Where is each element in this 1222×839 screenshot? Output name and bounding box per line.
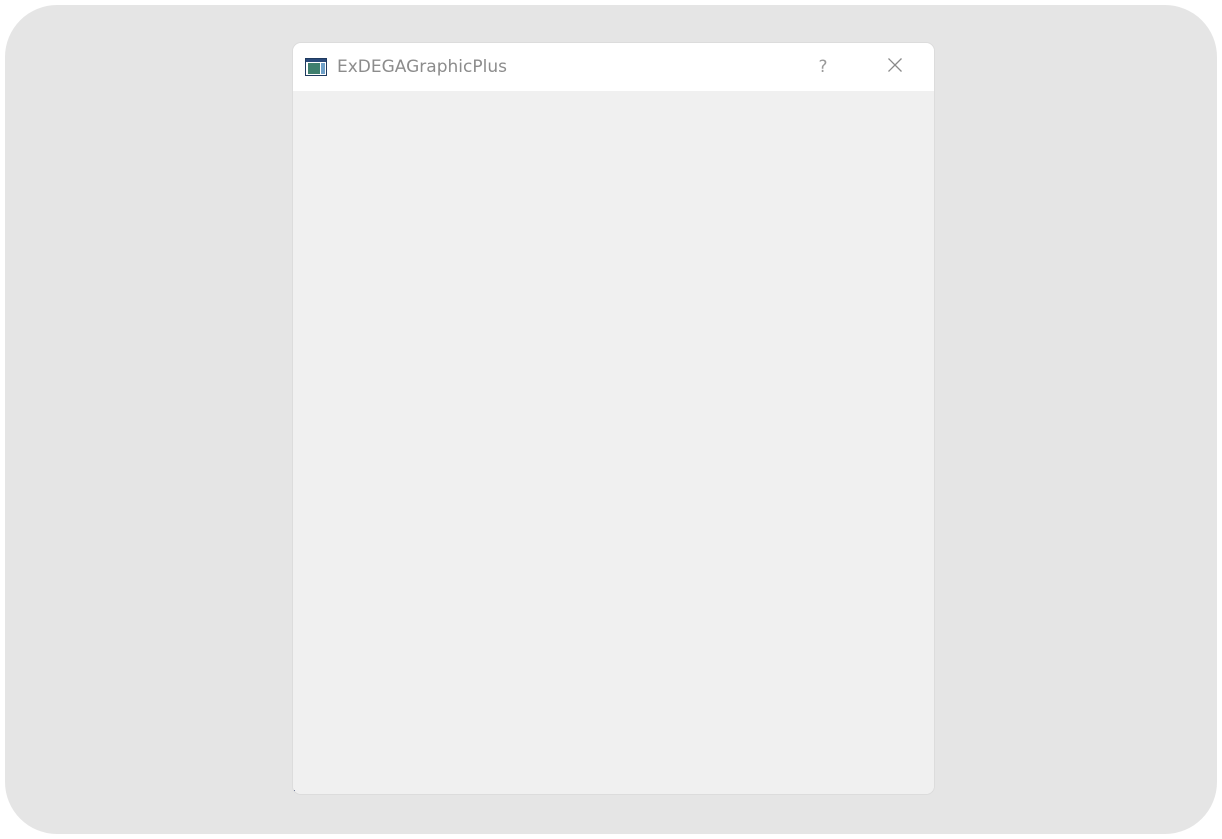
help-icon: ? (818, 57, 828, 77)
title-bar[interactable]: ExDEGAGraphicPlus ? (293, 43, 934, 91)
close-button[interactable] (875, 51, 915, 83)
close-icon (887, 57, 903, 77)
dialog-client-area (293, 91, 934, 794)
window-title: ExDEGAGraphicPlus (337, 57, 507, 77)
help-button[interactable]: ? (805, 51, 841, 83)
dialog-window: ExDEGAGraphicPlus ? (293, 43, 934, 794)
window-corner-left (293, 790, 295, 794)
desktop-background: ExDEGAGraphicPlus ? (5, 5, 1217, 834)
app-window-icon (305, 58, 327, 76)
window-corner-right (932, 791, 934, 794)
